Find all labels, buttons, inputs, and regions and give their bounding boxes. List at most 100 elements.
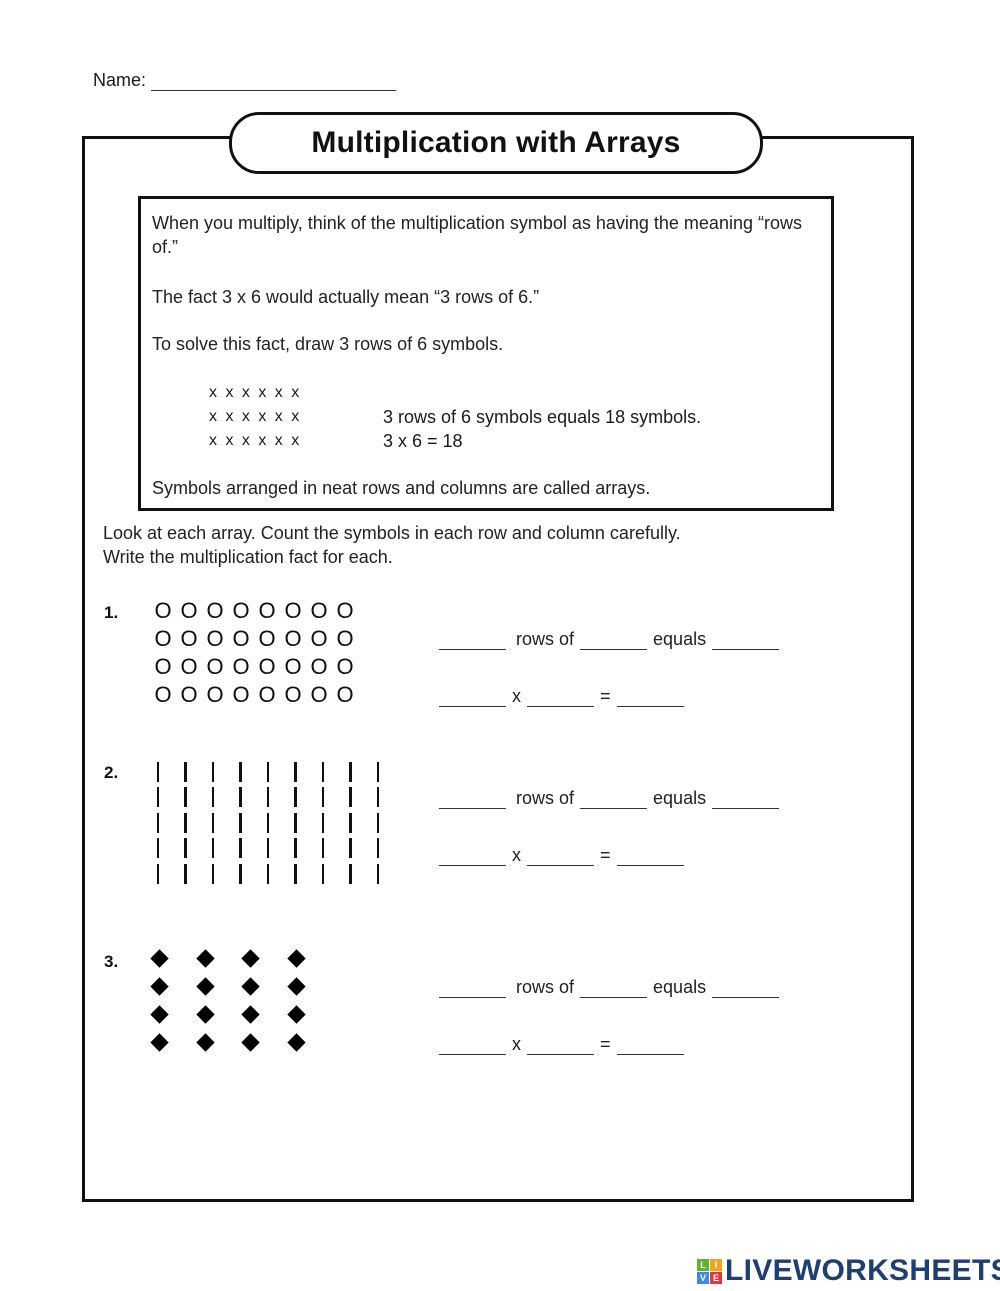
diamond-symbol <box>274 1000 320 1028</box>
bar-symbol <box>337 836 365 862</box>
diamond-mark <box>196 1032 215 1052</box>
times-sign: x <box>512 845 521 865</box>
bar-mark <box>349 787 352 808</box>
diamond-mark <box>287 1032 306 1052</box>
problem-3-factor1-answer[interactable] <box>439 1034 506 1055</box>
circle-symbol: O <box>232 598 250 623</box>
bar-symbol <box>172 759 200 785</box>
circle-symbol: O <box>258 654 276 679</box>
problem-2-per-row-answer[interactable] <box>580 788 648 809</box>
bar-mark <box>376 812 379 833</box>
diamond-symbol <box>183 972 229 1000</box>
example-array: x x x x x x x x x x x x x x x x x x <box>209 381 301 453</box>
diamond-symbol <box>228 972 274 1000</box>
rows-of-label: rows of <box>516 629 575 649</box>
logo-wordmark: LIVEWORKSHEETS <box>725 1254 1000 1287</box>
circle-symbol: O <box>284 626 302 651</box>
problem-2-product-answer[interactable] <box>616 845 684 866</box>
problem-1-rows-of-line: rows of equals <box>439 629 780 650</box>
bar-mark <box>211 761 214 782</box>
bar-mark <box>184 761 187 782</box>
example-explanation: 3 rows of 6 symbols equals 18 symbols. 3… <box>383 405 701 453</box>
diamond-symbol <box>137 944 183 972</box>
bar-symbol <box>282 861 310 887</box>
bar-mark <box>156 761 159 782</box>
circle-symbol: O <box>180 654 198 679</box>
problem-2-rows-answer[interactable] <box>439 788 506 809</box>
diamond-mark <box>287 1004 306 1024</box>
times-sign: x <box>512 1034 521 1054</box>
problem-1-factor1-answer[interactable] <box>439 686 506 707</box>
bar-symbol <box>172 836 200 862</box>
problem-1-equation-line: x = <box>439 686 684 707</box>
bar-mark <box>266 863 269 884</box>
circle-symbol: O <box>154 682 172 707</box>
bar-mark <box>266 761 269 782</box>
bar-mark <box>349 863 352 884</box>
bar-mark <box>211 787 214 808</box>
bar-symbol <box>282 759 310 785</box>
intro-paragraph-4: Symbols arranged in neat rows and column… <box>152 478 651 498</box>
problem-3-product-answer[interactable] <box>616 1034 684 1055</box>
problem-3-rows-answer[interactable] <box>439 977 506 998</box>
instructions-box: When you multiply, think of the multipli… <box>138 196 834 511</box>
problem-1-rows-answer[interactable] <box>439 629 506 650</box>
bar-symbol <box>199 785 227 811</box>
name-input[interactable] <box>151 70 397 91</box>
problem-3-rows-of-line: rows of equals <box>439 977 780 998</box>
circle-symbol: O <box>154 598 172 623</box>
bar-symbol <box>282 836 310 862</box>
logo-icon: L I V E <box>697 1258 722 1284</box>
problem-1-array: OOOOOOOOOOOOOOOOOOOOOOOOOOOOOOOO <box>150 597 358 709</box>
equals-label: equals <box>653 977 707 997</box>
bar-symbol <box>172 810 200 836</box>
worksheet-title: Multiplication with Arrays <box>311 126 681 159</box>
bar-symbol <box>364 836 392 862</box>
liveworksheets-logo: L I V E LIVEWORKSHEETS <box>697 1254 1000 1288</box>
intro-paragraph-2: The fact 3 x 6 would actually mean “3 ro… <box>152 287 540 307</box>
bar-mark <box>376 787 379 808</box>
title-banner: Multiplication with Arrays <box>229 112 763 174</box>
circle-symbol: O <box>232 626 250 651</box>
bar-symbol <box>337 785 365 811</box>
bar-mark <box>156 838 159 859</box>
bar-mark <box>376 838 379 859</box>
bar-mark <box>349 838 352 859</box>
circle-symbol: O <box>310 682 328 707</box>
logo-letter-e: E <box>710 1271 722 1284</box>
problem-2-total-answer[interactable] <box>712 788 780 809</box>
bar-symbol <box>254 785 282 811</box>
bar-symbol <box>309 785 337 811</box>
logo-letter-v: V <box>697 1271 709 1284</box>
bar-mark <box>211 812 214 833</box>
problem-1-per-row-answer[interactable] <box>580 629 648 650</box>
bar-symbol <box>254 810 282 836</box>
bar-symbol <box>254 759 282 785</box>
bar-mark <box>211 838 214 859</box>
example-array-row: x x x x x x <box>209 408 302 425</box>
circle-symbol: O <box>180 682 198 707</box>
problem-1-number: 1. <box>104 603 119 622</box>
bar-mark <box>376 761 379 782</box>
circle-symbol: O <box>206 654 224 679</box>
problem-3-total-answer[interactable] <box>712 977 780 998</box>
problem-1-product-answer[interactable] <box>616 686 684 707</box>
bar-symbol <box>337 810 365 836</box>
problem-3-factor2-answer[interactable] <box>527 1034 594 1055</box>
bar-mark <box>184 787 187 808</box>
problem-3-per-row-answer[interactable] <box>580 977 648 998</box>
bar-mark <box>156 863 159 884</box>
rows-of-label: rows of <box>516 788 575 808</box>
bar-symbol <box>227 759 255 785</box>
circle-symbol: O <box>284 682 302 707</box>
problem-2-array <box>144 759 392 887</box>
circle-symbol: O <box>206 626 224 651</box>
problem-1-factor2-answer[interactable] <box>527 686 594 707</box>
bar-symbol <box>172 785 200 811</box>
diamond-mark <box>241 976 260 996</box>
problem-2-factor2-answer[interactable] <box>527 845 594 866</box>
problem-1-total-answer[interactable] <box>712 629 780 650</box>
circle-symbol: O <box>310 598 328 623</box>
problem-2-factor1-answer[interactable] <box>439 845 506 866</box>
diamond-symbol <box>228 944 274 972</box>
